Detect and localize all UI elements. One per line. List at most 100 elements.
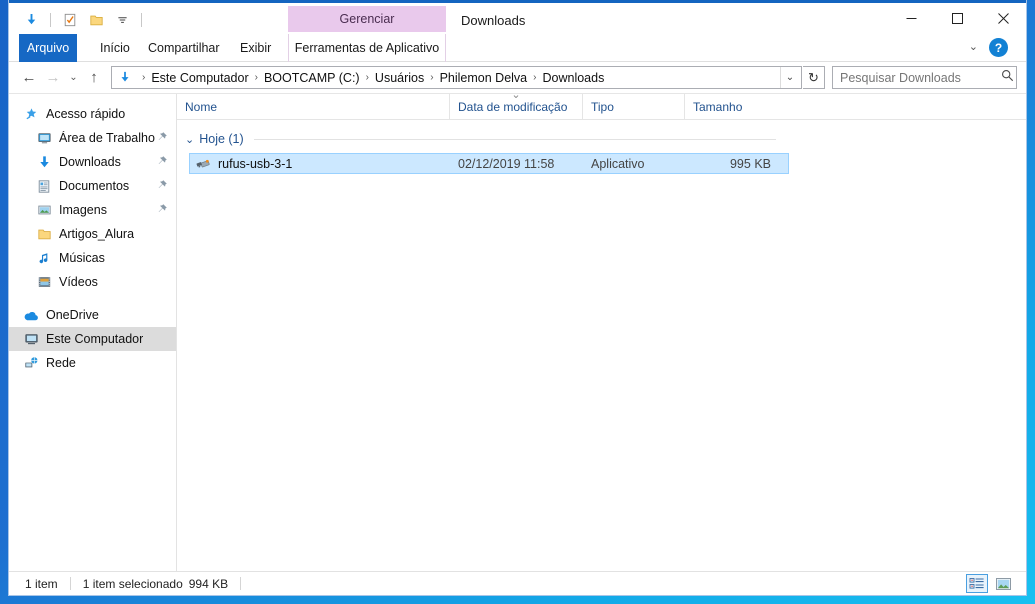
breadcrumb-item-0[interactable]: Este Computador xyxy=(146,70,253,86)
video-icon xyxy=(35,274,53,290)
details-view-button[interactable] xyxy=(966,574,988,593)
ribbon-tab-strip: Arquivo Início Compartilhar Exibir Ferra… xyxy=(9,34,1026,62)
breadcrumb-item-3[interactable]: Philemon Delva xyxy=(435,70,533,86)
quick-access-toolbar xyxy=(21,8,145,32)
breadcrumb-item-1[interactable]: BOOTCAMP (C:) xyxy=(259,70,365,86)
file-date-cell: 02/12/2019 11:58 xyxy=(458,156,555,171)
tab-compartilhar[interactable]: Compartilhar xyxy=(135,34,233,62)
pictures-icon xyxy=(35,202,53,218)
column-header-data-de-modificacao[interactable]: Data de modificação xyxy=(449,94,582,119)
cloud-icon xyxy=(22,307,40,323)
group-header-label: Hoje (1) xyxy=(199,132,244,146)
sidebar-item-onedrive[interactable]: OneDrive xyxy=(9,303,176,327)
sidebar-item-label: Imagens xyxy=(59,203,107,217)
view-mode-buttons xyxy=(966,574,1026,593)
refresh-button[interactable]: ↻ xyxy=(803,66,825,89)
pin-icon[interactable] xyxy=(156,203,168,215)
sidebar-item-label: OneDrive xyxy=(46,308,99,322)
qat-divider xyxy=(50,13,51,27)
sidebar-item-label: Músicas xyxy=(59,251,105,265)
column-header-tamanho[interactable]: Tamanho xyxy=(684,94,759,119)
file-name-label: rufus-usb-3-1 xyxy=(218,156,293,171)
sidebar-item-label: Área de Trabalho xyxy=(59,131,155,145)
minimize-button[interactable] xyxy=(888,3,934,34)
column-header-tipo[interactable]: Tipo xyxy=(582,94,684,119)
sidebar-item-area-de-trabalho[interactable]: Área de Trabalho xyxy=(9,126,176,150)
recent-locations-chevron-icon[interactable]: ⌄ xyxy=(65,66,82,90)
sidebar-item-videos[interactable]: Vídeos xyxy=(9,270,176,294)
help-icon[interactable]: ? xyxy=(989,38,1008,57)
chevron-down-icon[interactable]: ⌄ xyxy=(185,133,194,146)
table-row[interactable]: rufus-usb-3-1 02/12/2019 11:58 Aplicativ… xyxy=(189,153,789,174)
back-button[interactable]: ← xyxy=(17,66,41,90)
file-list[interactable]: ⌄ Hoje (1) rufus-usb-3-1 02/12/2019 11:5… xyxy=(177,120,1026,571)
title-bar: Gerenciar Downloads xyxy=(9,0,1026,34)
address-bar[interactable]: › Este Computador › BOOTCAMP (C:) › Usuá… xyxy=(111,66,802,89)
navigation-pane: Acesso rápido Área de Trabalho Downloads… xyxy=(9,94,177,571)
group-header-hoje[interactable]: ⌄ Hoje (1) xyxy=(177,128,1026,150)
window-controls xyxy=(888,3,1026,34)
pin-icon[interactable] xyxy=(156,155,168,167)
new-folder-icon[interactable] xyxy=(86,10,106,30)
properties-icon[interactable] xyxy=(60,10,80,30)
status-divider xyxy=(69,577,71,590)
sidebar-item-musicas[interactable]: Músicas xyxy=(9,246,176,270)
sidebar-item-artigos-alura[interactable]: Artigos_Alura xyxy=(9,222,176,246)
large-icons-view-button[interactable] xyxy=(992,574,1014,593)
breadcrumb-item-4[interactable]: Downloads xyxy=(537,70,609,86)
sidebar-item-label: Este Computador xyxy=(46,332,144,346)
sidebar-item-documentos[interactable]: Documentos xyxy=(9,174,176,198)
pin-icon[interactable] xyxy=(156,131,168,143)
sidebar-item-downloads[interactable]: Downloads xyxy=(9,150,176,174)
tab-exibir[interactable]: Exibir xyxy=(227,34,284,62)
sidebar-item-label: Downloads xyxy=(59,155,121,169)
nav-spacer-1 xyxy=(9,294,176,303)
customize-chevron-icon[interactable] xyxy=(112,10,132,30)
sidebar-item-label: Acesso rápido xyxy=(46,107,126,121)
status-divider-end xyxy=(240,577,242,590)
address-dropdown-chevron-icon[interactable]: ⌄ xyxy=(780,67,799,88)
downloads-arrow-icon xyxy=(35,154,53,170)
file-type-cell: Aplicativo xyxy=(591,156,645,171)
tab-ferramentas-de-aplicativo[interactable]: Ferramentas de Aplicativo xyxy=(288,34,446,62)
network-icon xyxy=(22,355,40,371)
sidebar-item-este-computador[interactable]: Este Computador xyxy=(9,327,176,351)
music-note-icon xyxy=(35,250,53,266)
status-selection-size: 994 KB xyxy=(188,576,229,591)
downloads-folder-icon[interactable] xyxy=(21,10,41,30)
sidebar-item-imagens[interactable]: Imagens xyxy=(9,198,176,222)
contextual-tab-group-header: Gerenciar xyxy=(288,6,446,32)
chevron-down-icon[interactable]: ⌄ xyxy=(969,40,978,53)
status-bar: 1 item 1 item selecionado 994 KB xyxy=(9,571,1026,595)
desktop-icon xyxy=(35,130,53,146)
downloads-arrow-icon xyxy=(115,70,135,86)
star-pin-icon xyxy=(22,106,40,122)
group-divider xyxy=(253,138,776,140)
sidebar-item-label: Vídeos xyxy=(59,275,98,289)
file-explorer-window: Gerenciar Downloads Arquivo Início Compa… xyxy=(8,0,1027,596)
rufus-usb-icon xyxy=(195,156,212,172)
explorer-body: Acesso rápido Área de Trabalho Downloads… xyxy=(9,94,1026,571)
folder-icon xyxy=(35,226,53,242)
tab-arquivo[interactable]: Arquivo xyxy=(19,34,77,62)
status-selection: 1 item selecionado xyxy=(82,576,183,591)
search-input[interactable] xyxy=(840,70,1001,85)
search-box[interactable] xyxy=(832,66,1017,89)
column-header-nome[interactable]: Nome xyxy=(177,94,449,119)
up-button[interactable]: ↑ xyxy=(82,66,106,90)
this-pc-icon xyxy=(22,331,40,347)
close-button[interactable] xyxy=(980,3,1026,34)
sidebar-item-label: Artigos_Alura xyxy=(59,227,135,241)
maximize-button[interactable] xyxy=(934,3,980,34)
sidebar-item-acesso-rapido[interactable]: Acesso rápido xyxy=(9,102,176,126)
sidebar-item-rede[interactable]: Rede xyxy=(9,351,176,375)
search-icon[interactable] xyxy=(1001,69,1014,87)
status-item-count: 1 item xyxy=(25,576,58,591)
forward-button: → xyxy=(45,69,61,86)
pin-icon[interactable] xyxy=(156,179,168,191)
window-title: Downloads xyxy=(461,13,526,28)
file-name-cell: rufus-usb-3-1 xyxy=(190,156,458,172)
qat-divider-2 xyxy=(141,13,142,27)
column-header-row: Nome Data de modificação Tipo Tamanho xyxy=(177,94,1026,120)
breadcrumb-item-2[interactable]: Usuários xyxy=(370,70,429,86)
